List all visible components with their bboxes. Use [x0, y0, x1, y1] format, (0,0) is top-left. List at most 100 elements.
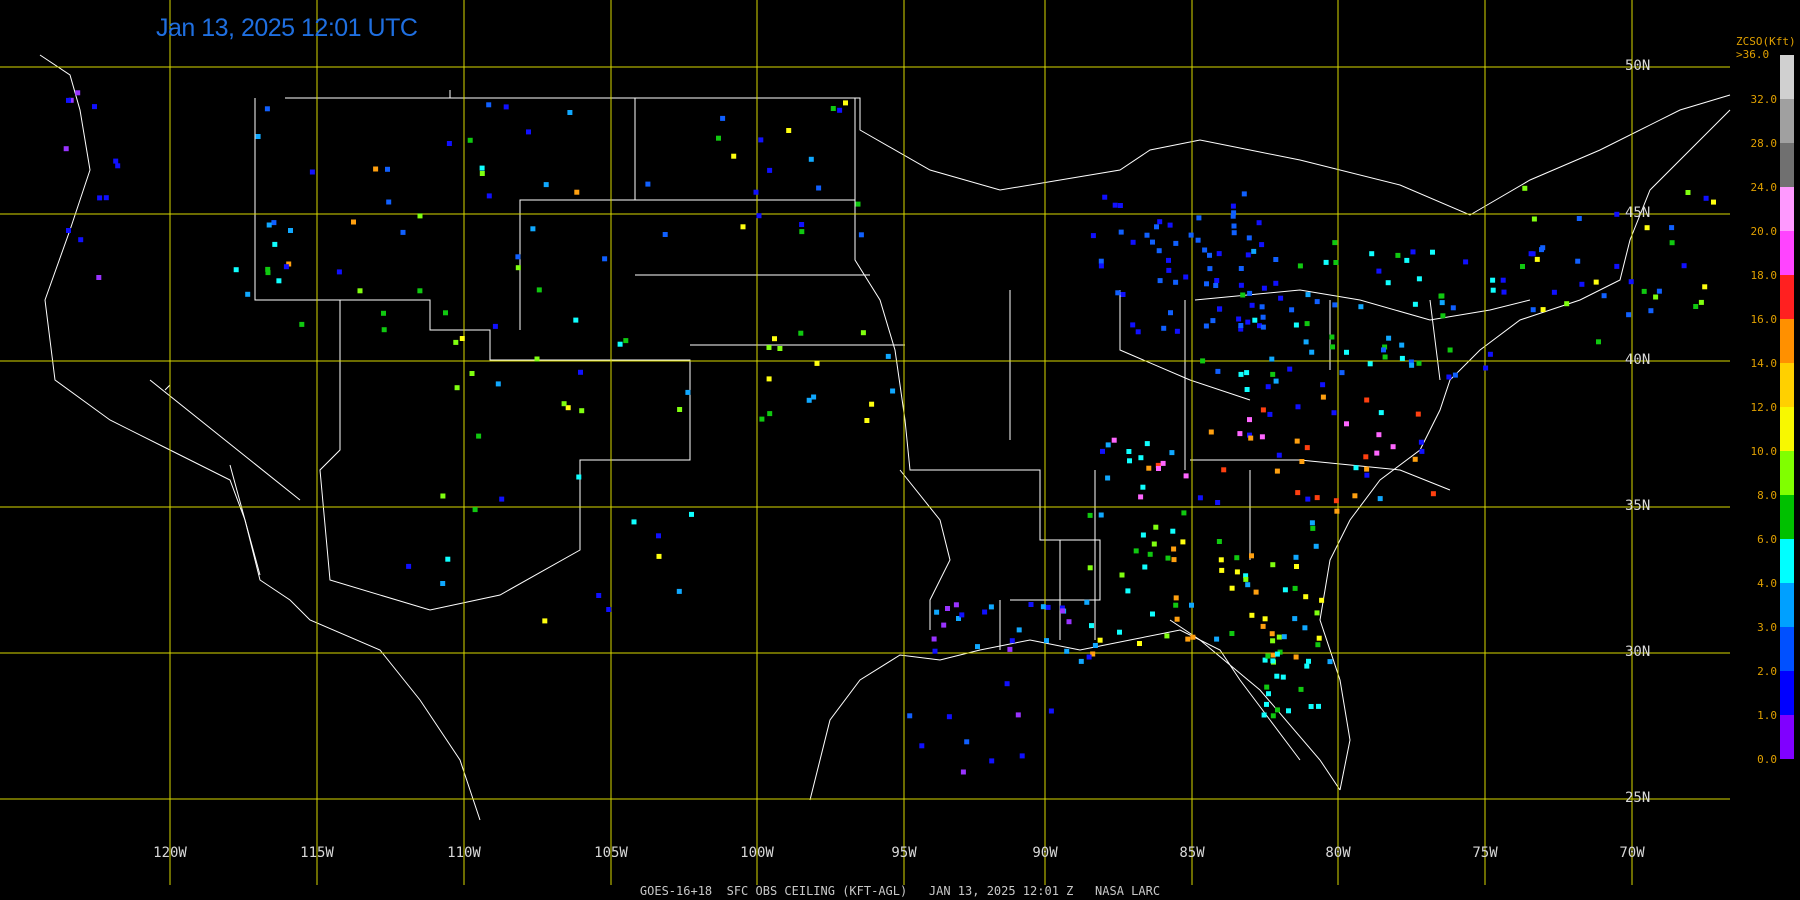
- station-marker: [1316, 703, 1321, 709]
- station-marker: [1274, 468, 1280, 474]
- station-marker: [1260, 324, 1266, 330]
- station-marker: [1165, 555, 1171, 561]
- station-marker: [890, 388, 896, 394]
- station-marker: [1260, 407, 1266, 413]
- station-marker: [1248, 435, 1254, 441]
- station-marker: [1280, 674, 1286, 680]
- legend-swatch: [1780, 539, 1794, 583]
- station-marker: [1626, 312, 1632, 318]
- station-marker: [1086, 654, 1092, 660]
- legend-tick: 28.0: [1750, 137, 1778, 150]
- station-marker: [1167, 222, 1173, 228]
- station-marker: [567, 110, 573, 115]
- station-marker: [808, 156, 814, 162]
- legend-tick: 1.0: [1757, 709, 1777, 722]
- station-marker: [1166, 257, 1171, 263]
- station-marker: [814, 360, 820, 366]
- station-marker: [1259, 434, 1265, 440]
- legend-tick: 6.0: [1757, 533, 1777, 546]
- station-marker: [1313, 543, 1319, 549]
- station-marker: [503, 104, 509, 110]
- station-marker: [1196, 215, 1202, 221]
- station-marker: [265, 266, 271, 272]
- station-marker: [1564, 301, 1570, 307]
- station-marker: [1377, 496, 1383, 502]
- station-marker: [1327, 659, 1333, 665]
- station-marker: [357, 288, 363, 294]
- station-marker: [941, 622, 947, 628]
- station-marker: [1681, 263, 1687, 269]
- station-marker: [1117, 203, 1123, 208]
- station-marker: [1161, 325, 1167, 331]
- station-marker: [1447, 347, 1453, 353]
- station-marker: [1009, 638, 1015, 644]
- station-marker: [606, 607, 612, 612]
- station-marker: [66, 228, 71, 233]
- station-marker: [1084, 599, 1090, 605]
- legend-tick: 32.0: [1750, 93, 1778, 106]
- station-marker: [1698, 299, 1704, 305]
- station-marker: [1297, 263, 1303, 269]
- station-marker: [1303, 594, 1309, 600]
- station-marker: [561, 401, 567, 407]
- station-marker: [66, 97, 71, 103]
- station-marker: [799, 222, 805, 227]
- station-marker: [1273, 257, 1279, 262]
- station-marker: [1174, 616, 1180, 622]
- station-marker: [1399, 355, 1405, 361]
- station-marker: [1207, 252, 1212, 258]
- station-marker: [1202, 247, 1208, 253]
- station-marker: [386, 199, 392, 205]
- station-marker: [1098, 263, 1104, 269]
- station-marker: [1305, 292, 1311, 298]
- station-marker: [1173, 240, 1179, 246]
- station-marker: [1105, 442, 1111, 448]
- station-marker: [1216, 251, 1222, 257]
- station-marker: [113, 158, 119, 164]
- station-marker: [1309, 349, 1315, 355]
- station-marker: [1260, 314, 1266, 320]
- station-marker: [811, 394, 817, 400]
- station-marker: [753, 189, 759, 195]
- station-marker: [934, 609, 940, 615]
- station-marker: [1092, 643, 1098, 648]
- station-marker: [858, 232, 864, 238]
- station-marker: [486, 193, 492, 199]
- station-marker: [1237, 431, 1243, 437]
- station-marker: [1404, 257, 1410, 263]
- station-marker: [1703, 195, 1709, 201]
- station-marker: [309, 169, 315, 175]
- longitude-label: 120W: [153, 845, 187, 861]
- station-marker: [1711, 199, 1716, 205]
- station-marker: [1281, 634, 1287, 640]
- station-marker: [1181, 510, 1187, 516]
- ceiling-map: [0, 0, 1731, 885]
- station-marker: [454, 385, 460, 391]
- station-marker: [1174, 328, 1180, 334]
- station-marker: [1289, 307, 1295, 313]
- station-marker: [479, 165, 485, 171]
- station-marker: [1293, 554, 1299, 560]
- station-marker: [1364, 466, 1370, 472]
- station-marker: [1452, 372, 1458, 378]
- station-marker: [1419, 448, 1425, 454]
- station-marker: [351, 219, 356, 225]
- legend-swatch: [1780, 495, 1794, 539]
- station-marker: [271, 220, 277, 226]
- station-marker: [1593, 279, 1599, 285]
- station-marker: [1410, 249, 1416, 255]
- station-marker: [1166, 267, 1172, 273]
- station-marker: [1287, 366, 1293, 372]
- station-marker: [1125, 588, 1131, 594]
- station-marker: [1430, 491, 1436, 497]
- station-marker: [1302, 625, 1308, 631]
- station-marker: [1382, 354, 1388, 360]
- station-marker: [1490, 277, 1496, 283]
- station-marker: [1344, 349, 1349, 355]
- station-marker: [932, 648, 938, 654]
- station-marker: [767, 411, 773, 417]
- station-marker: [1240, 292, 1246, 298]
- station-marker: [526, 129, 531, 135]
- station-marker: [1119, 572, 1125, 578]
- station-marker: [1304, 321, 1310, 327]
